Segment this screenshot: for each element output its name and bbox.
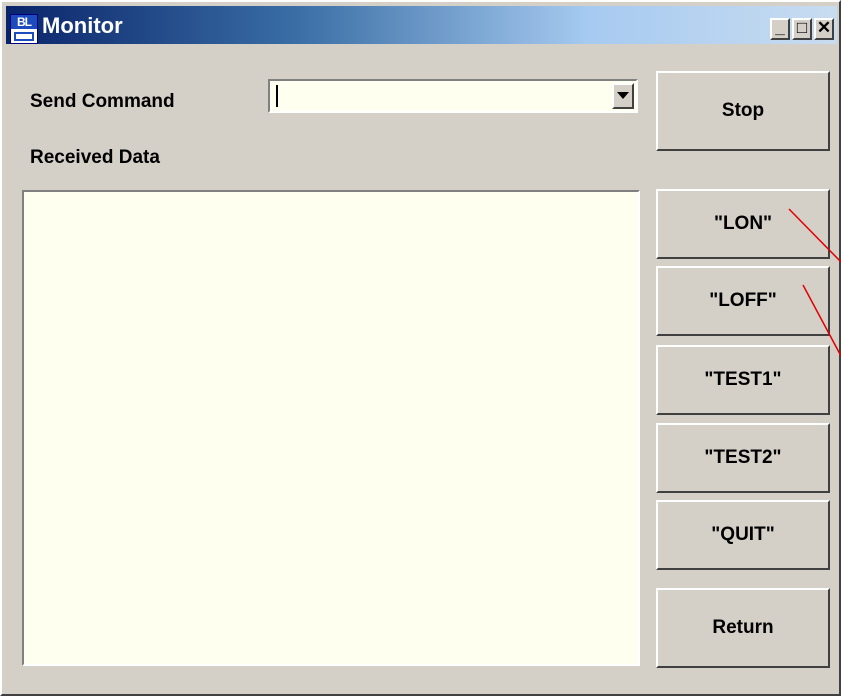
maximize-icon: □ <box>796 18 808 37</box>
send-command-combobox[interactable] <box>268 79 638 113</box>
close-button[interactable]: ✕ <box>814 18 834 40</box>
window-title: Monitor <box>42 13 123 38</box>
test2-button[interactable]: "TEST2" <box>656 423 830 493</box>
app-icon-graphic <box>14 32 34 41</box>
quit-button[interactable]: "QUIT" <box>656 500 830 570</box>
minimize-button[interactable]: _ <box>770 18 790 40</box>
loff-button[interactable]: "LOFF" <box>656 266 830 336</box>
close-icon: ✕ <box>816 18 832 37</box>
test1-button[interactable]: "TEST1" <box>656 345 830 415</box>
chevron-down-icon <box>617 92 629 99</box>
send-command-label: Send Command <box>30 91 175 112</box>
dropdown-button[interactable] <box>612 83 634 109</box>
stop-button[interactable]: Stop <box>656 71 830 151</box>
app-icon: BL <box>10 14 38 44</box>
received-data-area[interactable] <box>22 190 640 666</box>
text-caret <box>276 85 278 107</box>
received-data-label: Received Data <box>30 147 160 168</box>
title-bar[interactable] <box>6 6 837 44</box>
return-button[interactable]: Return <box>656 588 830 668</box>
lon-button[interactable]: "LON" <box>656 189 830 259</box>
app-icon-label: BL <box>11 15 37 29</box>
maximize-button[interactable]: □ <box>792 18 812 40</box>
minimize-icon: _ <box>775 18 785 37</box>
